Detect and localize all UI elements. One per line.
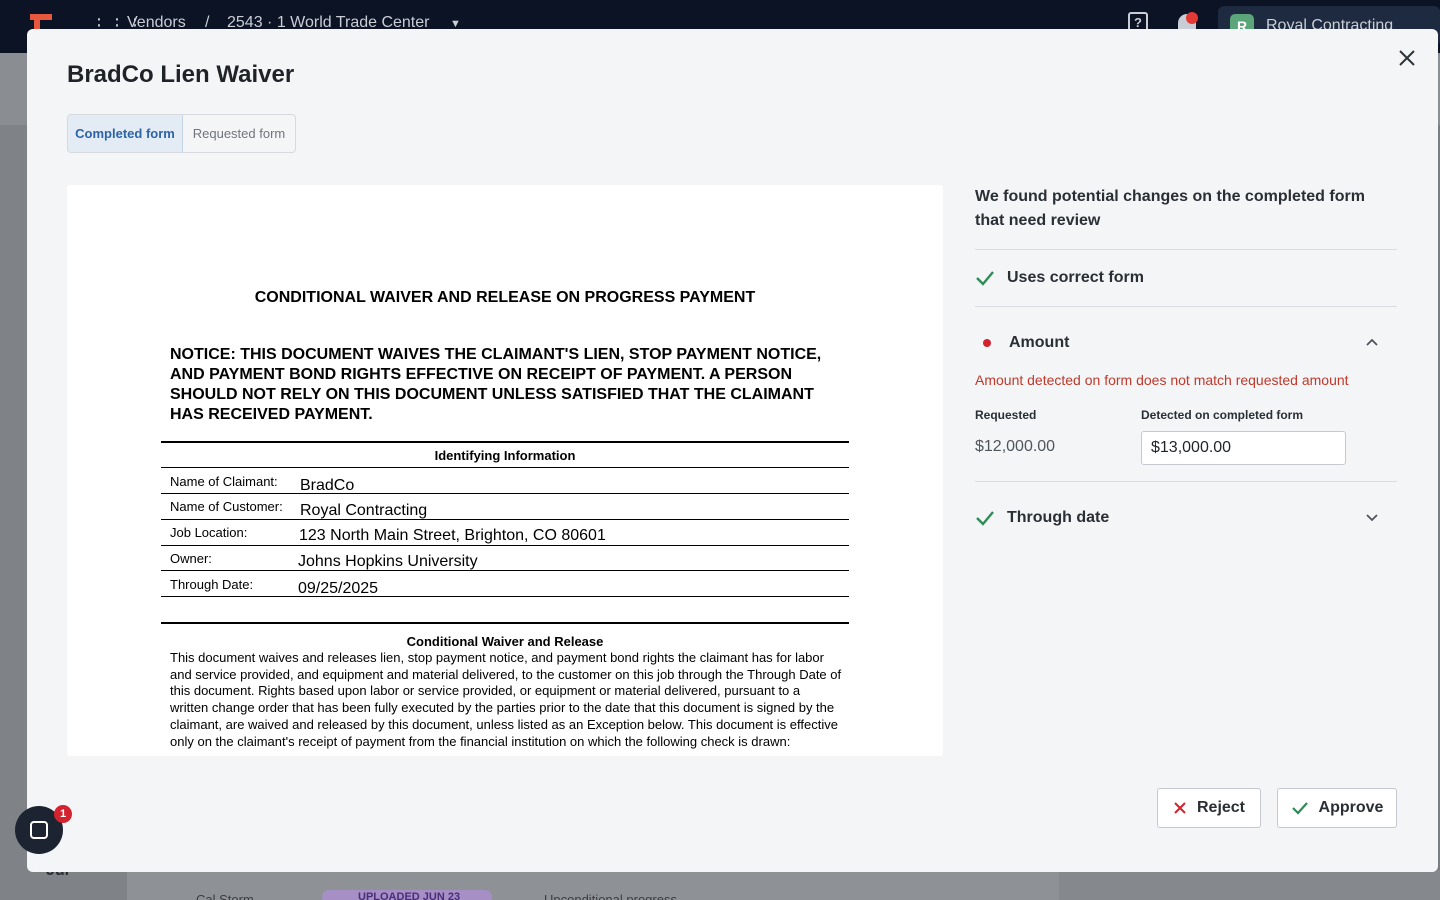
detected-label: Detected on completed form (1141, 408, 1304, 422)
check-uses-correct-form: Uses correct form (975, 263, 1397, 293)
waiver-body: This document waives and releases lien, … (170, 650, 842, 749)
field-label-claimant: Name of Claimant: (170, 474, 278, 489)
close-button[interactable] (1395, 46, 1419, 70)
requested-amount: $12,000.00 (975, 438, 1056, 455)
check-through-date[interactable]: Through date (975, 503, 1397, 533)
field-label-through-date: Through Date: (170, 577, 254, 592)
chat-icon (30, 821, 48, 839)
divider (161, 596, 849, 597)
field-label-job-location: Job Location: (170, 525, 248, 540)
detected-amount-input[interactable] (1141, 431, 1346, 465)
approve-button[interactable]: Approve (1277, 788, 1397, 828)
divider (161, 467, 849, 468)
tab-requested-form[interactable]: Requested form (183, 115, 295, 152)
amount-error-message: Amount detected on form does not match r… (975, 372, 1349, 388)
close-icon (1399, 50, 1415, 66)
checkmark-icon (1291, 802, 1308, 815)
modal-title: BradCo Lien Waiver (67, 61, 295, 88)
field-label-customer: Name of Customer: (170, 499, 283, 514)
requested-label: Requested (975, 408, 1037, 422)
divider (161, 493, 849, 494)
check-label: Amount (1009, 334, 1070, 351)
field-value-owner: Johns Hopkins University (298, 553, 478, 570)
check-label: Uses correct form (1007, 269, 1144, 286)
divider (161, 519, 849, 520)
divider (975, 481, 1397, 482)
divider (975, 249, 1397, 250)
lien-waiver-modal: BradCo Lien Waiver Completed form Reques… (27, 29, 1438, 872)
check-amount[interactable]: Amount (975, 328, 1397, 358)
field-value-job-location: 123 North Main Street, Brighton, CO 8060… (299, 527, 606, 544)
divider (161, 622, 849, 624)
field-label-owner: Owner: (170, 551, 212, 566)
background-row-type: Unconditional progress (544, 892, 677, 900)
identifying-info-title: Identifying Information (434, 448, 576, 463)
field-value-customer: Royal Contracting (300, 502, 428, 519)
document-viewer[interactable]: CONDITIONAL WAIVER AND RELEASE ON PROGRE… (67, 185, 943, 756)
divider (161, 441, 849, 443)
chevron-up-icon[interactable] (1365, 335, 1379, 349)
approve-label: Approve (1318, 799, 1384, 816)
chevron-down-icon[interactable] (1365, 510, 1379, 524)
waiver-title: Conditional Waiver and Release (406, 634, 604, 649)
notification-dot (1186, 12, 1198, 24)
background-right-panel (1059, 870, 1440, 900)
divider (975, 306, 1397, 307)
check-label: Through date (1007, 509, 1110, 526)
checkmark-icon (976, 511, 994, 526)
document-notice: NOTICE: THIS DOCUMENT WAIVES THE CLAIMAN… (170, 346, 822, 423)
divider (161, 570, 849, 571)
reject-label: Reject (1196, 799, 1246, 816)
tab-completed-form[interactable]: Completed form (68, 115, 183, 152)
background-status-badge: UPLOADED JUN 23 (322, 890, 492, 900)
background-row-name: Cal Storm (196, 892, 254, 900)
chat-unread-badge: 1 (54, 805, 72, 823)
checkmark-icon (976, 271, 994, 286)
close-icon (1174, 802, 1186, 814)
form-tabs: Completed form Requested form (67, 114, 296, 153)
divider (161, 545, 849, 546)
reject-button[interactable]: Reject (1157, 788, 1261, 828)
review-heading: We found potential changes on the comple… (975, 188, 1365, 229)
document-heading: CONDITIONAL WAIVER AND RELEASE ON PROGRE… (254, 289, 756, 306)
error-dot-icon (983, 339, 991, 347)
